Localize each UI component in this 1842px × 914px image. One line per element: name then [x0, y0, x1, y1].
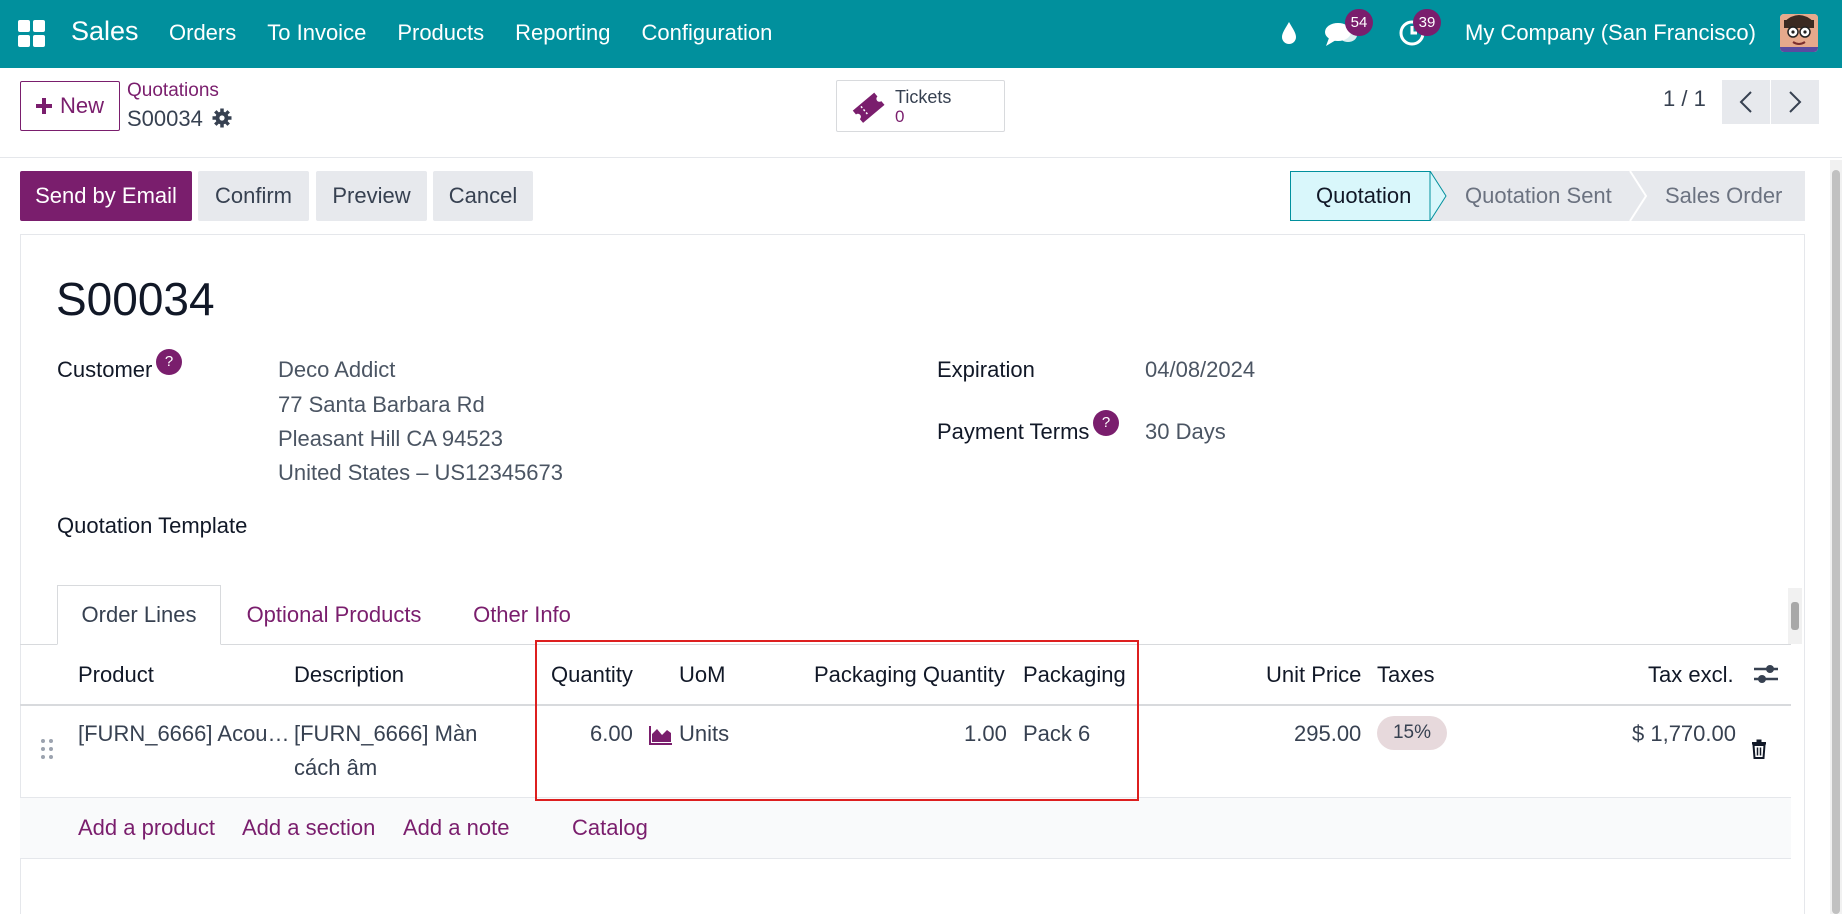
- customer-name[interactable]: Deco Addict: [278, 357, 395, 383]
- new-button[interactable]: New: [20, 81, 120, 131]
- cell-unit-price[interactable]: 295.00: [1294, 721, 1361, 747]
- catalog-link[interactable]: Catalog: [572, 815, 648, 841]
- column-product[interactable]: Product: [78, 662, 154, 688]
- menu-reporting[interactable]: Reporting: [515, 20, 610, 46]
- activities-badge: 39: [1413, 9, 1441, 36]
- plus-icon: [35, 98, 52, 114]
- app-name[interactable]: Sales: [71, 16, 139, 47]
- stage-quotation-sent[interactable]: Quotation Sent: [1465, 171, 1612, 221]
- gear-icon[interactable]: [212, 108, 232, 128]
- cell-description-line1[interactable]: [FURN_6666] Màn: [294, 721, 477, 747]
- tickets-smart-button[interactable]: Tickets 0: [836, 80, 1005, 132]
- add-section-link[interactable]: Add a section: [242, 815, 375, 841]
- payment-terms-help-icon[interactable]: ?: [1093, 410, 1119, 436]
- tab-optional-products[interactable]: Optional Products: [230, 585, 438, 645]
- expiration-label: Expiration: [937, 357, 1035, 382]
- user-avatar[interactable]: [1780, 14, 1818, 52]
- chevron-right-icon: [1789, 91, 1802, 113]
- cell-product[interactable]: [FURN_6666] Acou…: [78, 721, 290, 747]
- quotation-template-label: Quotation Template: [57, 513, 248, 538]
- chevron-left-icon: [1739, 91, 1752, 113]
- record-title: S00034: [56, 273, 215, 325]
- tax-badge[interactable]: 15%: [1377, 716, 1447, 750]
- add-product-link[interactable]: Add a product: [78, 815, 215, 841]
- customer-label: Customer: [57, 357, 153, 382]
- menu-orders[interactable]: Orders: [169, 20, 236, 46]
- column-description[interactable]: Description: [294, 662, 404, 688]
- stage-sales-order[interactable]: Sales Order: [1665, 171, 1782, 221]
- breadcrumb-quotations[interactable]: Quotations: [127, 80, 219, 102]
- add-note-link[interactable]: Add a note: [403, 815, 509, 841]
- delete-trash-icon[interactable]: [1751, 739, 1767, 759]
- company-switcher[interactable]: My Company (San Francisco): [1465, 20, 1756, 46]
- pager-previous-button[interactable]: [1722, 80, 1770, 124]
- customer-help-icon[interactable]: ?: [156, 349, 182, 375]
- payment-terms-field[interactable]: 30 Days: [1145, 419, 1226, 445]
- drop-icon[interactable]: [1278, 20, 1300, 46]
- tab-scrollbar[interactable]: [1788, 588, 1802, 644]
- confirm-button[interactable]: Confirm: [198, 171, 309, 221]
- tickets-count: 0: [895, 107, 905, 126]
- customer-address-line1: 77 Santa Barbara Rd: [278, 392, 485, 417]
- column-taxes[interactable]: Taxes: [1377, 662, 1434, 688]
- main-menu: Orders To Invoice Products Reporting Con…: [169, 20, 803, 46]
- control-panel: New Quotations S00034 Tickets 0 1 / 1: [0, 68, 1842, 158]
- cell-description-line2[interactable]: cách âm: [294, 755, 377, 781]
- highlight-box: [535, 640, 1139, 801]
- tickets-label: Tickets: [895, 87, 952, 107]
- customer-address-line2: Pleasant Hill CA 94523: [278, 426, 504, 451]
- menu-configuration[interactable]: Configuration: [642, 20, 773, 46]
- stage-quotation[interactable]: Quotation: [1316, 171, 1411, 221]
- column-tax-excl[interactable]: Tax excl.: [1648, 662, 1734, 688]
- preview-button[interactable]: Preview: [316, 171, 427, 221]
- add-row-divider: [20, 858, 1791, 859]
- optional-columns-icon[interactable]: [1753, 662, 1779, 686]
- breadcrumb-current: S00034: [127, 106, 203, 131]
- payment-terms-label: Payment Terms: [937, 419, 1090, 444]
- send-by-email-button[interactable]: Send by Email: [20, 171, 192, 221]
- tab-order-lines[interactable]: Order Lines: [57, 585, 221, 645]
- pager-value[interactable]: 1 / 1: [1663, 86, 1706, 112]
- new-button-label: New: [59, 93, 104, 118]
- ticket-icon: [852, 92, 885, 123]
- pager-next-button[interactable]: [1771, 80, 1819, 124]
- cell-tax-excl: $ 1,770.00: [1632, 721, 1736, 746]
- cancel-button[interactable]: Cancel: [433, 171, 533, 221]
- tab-other-info[interactable]: Other Info: [458, 585, 586, 645]
- messages-badge: 54: [1345, 9, 1373, 36]
- main-scrollbar[interactable]: [1830, 160, 1842, 914]
- menu-to-invoice[interactable]: To Invoice: [267, 20, 366, 46]
- apps-menu-icon[interactable]: [18, 20, 45, 47]
- drag-handle-icon[interactable]: [40, 738, 54, 760]
- menu-products[interactable]: Products: [397, 20, 484, 46]
- expiration-field[interactable]: 04/08/2024: [1145, 357, 1255, 383]
- top-navbar: Sales Orders To Invoice Products Reporti…: [0, 0, 1842, 68]
- column-unit-price[interactable]: Unit Price: [1266, 662, 1361, 688]
- customer-address-line3: United States – US12345673: [278, 460, 563, 485]
